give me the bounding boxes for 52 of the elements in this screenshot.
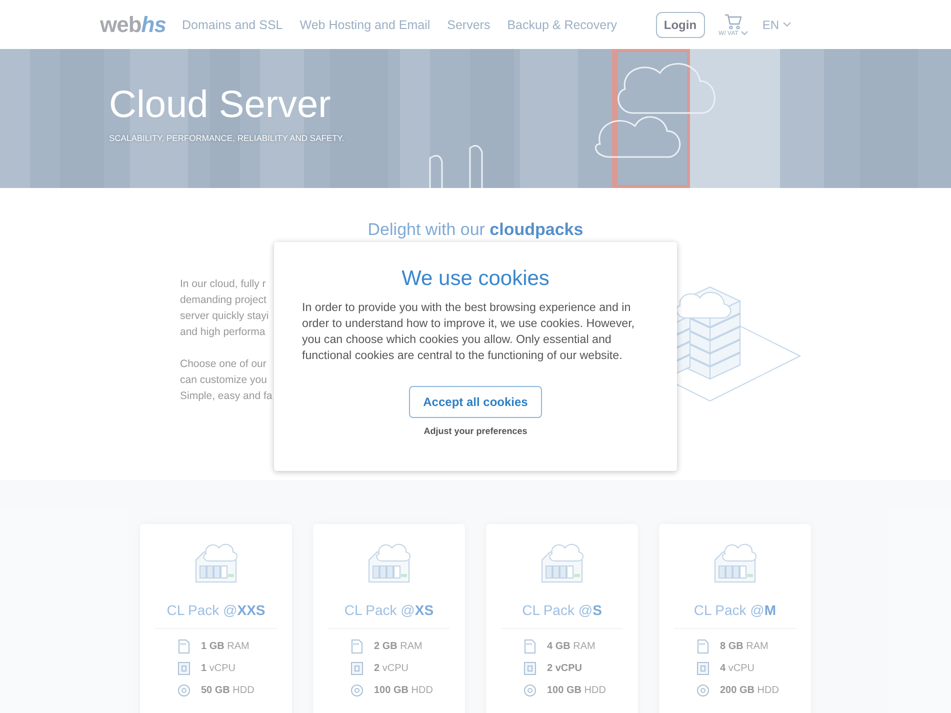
pack-name: CL Pack @XXS xyxy=(166,602,266,618)
paragraph-line: can customize you xyxy=(180,373,267,388)
spec-text: 4 vCPU xyxy=(720,662,754,674)
caret-icon xyxy=(741,31,748,36)
accept-button[interactable]: Accept all cookies xyxy=(409,386,542,418)
paragraph-line: In our cloud, fully r xyxy=(180,277,266,292)
pack-name: CL Pack @S xyxy=(522,602,602,618)
spec-text: 100 GB HDD xyxy=(547,684,606,696)
chip-icon xyxy=(523,660,537,676)
disk-icon xyxy=(523,682,537,698)
spec-text: 1 GB RAM xyxy=(201,640,250,652)
login-button[interactable]: Login xyxy=(656,12,705,38)
preferences-link[interactable]: Adjust your preferences xyxy=(424,426,528,436)
paragraph-line: Simple, easy and fa xyxy=(180,389,272,404)
chip-icon xyxy=(177,660,191,676)
paragraph-line: demanding project xyxy=(180,293,266,308)
hero-subtitle: SCALABILITY, PERFORMANCE, RELIABILITY AND SAFETY. xyxy=(109,133,346,143)
dialog-text: In order to provide you with the best browsing experience and in order to understand how to improve it, we use cookies. However, you can choose which cookies you allow. Only essential and functional cookies are central to the functioning of our website. xyxy=(302,300,636,364)
paragraph-line: and high performa xyxy=(180,325,266,340)
memory-card-icon xyxy=(177,638,191,654)
disk-icon xyxy=(177,682,191,698)
chip-icon xyxy=(350,660,364,676)
paragraph-line: server quickly stayi xyxy=(180,309,269,324)
memory-card-icon xyxy=(696,638,710,654)
pack-name: CL Pack @M xyxy=(694,602,776,618)
spec-text: 200 GB HDD xyxy=(720,684,779,696)
hero-title: Cloud Server xyxy=(109,83,332,127)
pack-name: CL Pack @XS xyxy=(344,602,434,618)
spec-text: 2 vCPU xyxy=(374,662,408,674)
spec-text: 100 GB HDD xyxy=(374,684,433,696)
chip-icon xyxy=(696,660,710,676)
cart-icon xyxy=(724,12,742,30)
logo[interactable]: webhs xyxy=(100,12,166,38)
paragraph-line: Choose one of our xyxy=(180,357,266,372)
nav-link[interactable]: Web Hosting and Email xyxy=(300,18,430,32)
spec-text: 8 GB RAM xyxy=(720,640,768,652)
spec-text: 50 GB HDD xyxy=(201,684,254,696)
caret-icon xyxy=(783,22,791,27)
memory-card-icon xyxy=(523,638,537,654)
nav-link[interactable]: Servers xyxy=(447,18,490,32)
nav-link[interactable]: Backup & Recovery xyxy=(507,18,617,32)
spec-text: 2 vCPU xyxy=(547,662,582,674)
dialog-title: We use cookies xyxy=(402,266,550,292)
nav-link[interactable]: Domains and SSL xyxy=(182,18,283,32)
spec-text: 1 vCPU xyxy=(201,662,236,674)
spec-text: 2 GB RAM xyxy=(374,640,422,652)
spec-text: 4 GB RAM xyxy=(547,640,596,652)
section-heading: Delight with our cloudpacks xyxy=(366,219,584,240)
language-selector[interactable]: EN xyxy=(762,18,791,32)
disk-icon xyxy=(696,682,710,698)
memory-card-icon xyxy=(350,638,364,654)
disk-icon xyxy=(350,682,364,698)
